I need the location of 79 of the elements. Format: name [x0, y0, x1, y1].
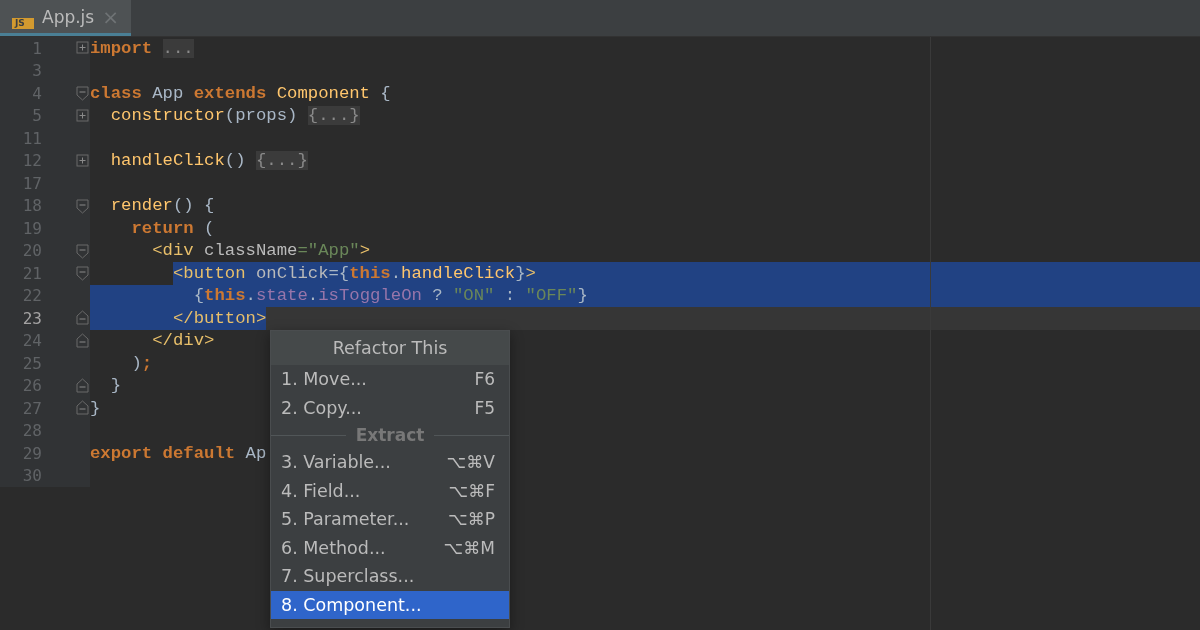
code-token: isToggleOn [318, 286, 422, 306]
code-token: } [110, 376, 122, 396]
code-token: . [390, 263, 402, 283]
code-token: { [204, 196, 215, 216]
code-token: } [515, 263, 526, 283]
code-token: this [349, 263, 391, 283]
code-token: () [172, 196, 194, 216]
code-token: ... [162, 38, 194, 58]
menu-item[interactable]: 4. Field... ⌥⌘F [271, 476, 509, 505]
code-token: {...} [307, 106, 360, 126]
code-token: export [90, 443, 153, 463]
code-token: default [162, 443, 236, 463]
code-token: ( [204, 218, 215, 238]
shortcut-label: F6 [474, 369, 495, 390]
code-token: > [525, 263, 536, 283]
code-token: { [380, 83, 391, 103]
code-token: handleClick [110, 151, 225, 171]
code-token: this [204, 286, 246, 306]
expand-icon[interactable] [76, 40, 89, 56]
code-token: handleClick [401, 263, 516, 283]
code-token: <div [152, 241, 194, 261]
file-tab[interactable]: JS App.js × [0, 0, 131, 36]
code-token: return [131, 218, 194, 238]
collapse-icon[interactable] [76, 265, 89, 281]
shortcut-label: F5 [474, 397, 495, 418]
menu-item[interactable]: 5. Parameter... ⌥⌘P [271, 505, 509, 534]
menu-item[interactable]: 8. Component... [271, 590, 509, 619]
expand-icon[interactable] [76, 152, 89, 169]
menu-item[interactable]: 2. Copy... F5 [271, 393, 509, 422]
code-token: . [245, 286, 256, 306]
code-token: <button [172, 263, 246, 283]
code-token: () [224, 151, 246, 171]
code-token: Component [276, 83, 370, 103]
code-token: "OFF" [525, 286, 578, 306]
code-token: </button> [172, 308, 267, 328]
code-token: . [307, 286, 319, 306]
code-token: Ap [245, 443, 267, 463]
shortcut-label: ⌥⌘P [448, 509, 495, 530]
code-token: className [204, 241, 298, 261]
code-token: ={ [328, 263, 350, 283]
code-token: "ON" [453, 286, 495, 306]
code-token: {...} [255, 151, 308, 171]
code-token: } [90, 398, 101, 418]
code-token: (props) [224, 106, 298, 126]
collapse-icon[interactable] [76, 242, 89, 259]
code-token: extends [193, 83, 267, 103]
line-number: 23 [21, 308, 42, 328]
code-token: App [152, 83, 184, 103]
expand-icon[interactable] [76, 107, 89, 124]
code-token: constructor [110, 106, 225, 126]
shortcut-label: ⌥⌘M [443, 537, 495, 558]
collapse-icon[interactable] [76, 332, 89, 349]
menu-item[interactable]: 1. Move... F6 [271, 365, 509, 394]
menu-item[interactable]: 6. Method... ⌥⌘M [271, 533, 509, 562]
menu-item[interactable]: 3. Variable... ⌥⌘V [271, 448, 509, 477]
code-token: : [504, 286, 516, 306]
code-token: ) [131, 353, 142, 373]
code-token: ? [432, 286, 443, 306]
collapse-icon[interactable] [76, 197, 89, 214]
code-token: { [193, 286, 205, 306]
code-token: state [255, 286, 308, 306]
code-token: import [90, 38, 153, 58]
code-token: } [577, 286, 588, 306]
code-token: ; [141, 353, 153, 373]
code-token: render [110, 196, 173, 216]
collapse-icon[interactable] [76, 377, 89, 394]
group-label: Extract [355, 425, 425, 445]
menu-item[interactable]: 7. Superclass... [271, 562, 509, 591]
collapse-icon[interactable] [76, 310, 89, 326]
collapse-icon[interactable] [76, 400, 89, 416]
code-token: </div> [152, 331, 215, 351]
shortcut-label: ⌥⌘F [448, 480, 495, 501]
collapse-icon[interactable] [76, 85, 89, 101]
popup-title: Refactor This [271, 331, 509, 365]
shortcut-label: ⌥⌘V [446, 452, 495, 473]
code-token: ="App" [297, 241, 360, 261]
code-token: class [90, 83, 142, 103]
code-token: onClick [255, 263, 329, 283]
code-token: > [359, 241, 370, 261]
